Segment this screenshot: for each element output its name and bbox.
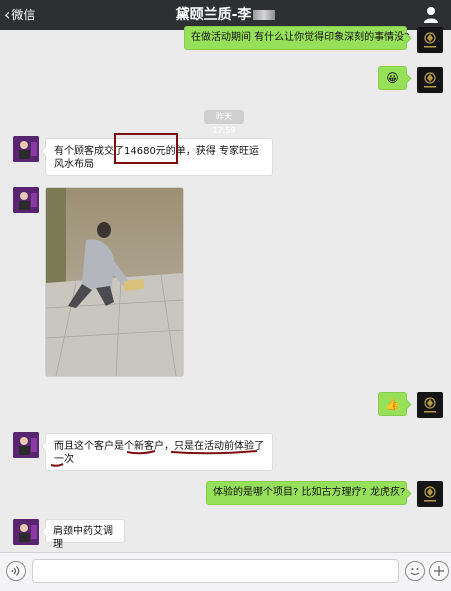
contact-avatar[interactable] — [13, 136, 39, 162]
person-icon — [424, 7, 438, 23]
my-avatar[interactable] — [417, 67, 443, 93]
brand-logo-icon — [424, 72, 436, 88]
contact-photo-icon — [13, 187, 39, 213]
my-avatar[interactable] — [417, 481, 443, 507]
photo-message[interactable] — [45, 187, 184, 377]
message-bubble-outgoing[interactable]: 体验的是哪个项目? 比如古方理疗? 龙虎疚? — [206, 481, 412, 505]
contact-photo-icon — [13, 136, 39, 162]
message-input[interactable] — [32, 559, 399, 583]
bubble-tail — [40, 146, 51, 157]
smiley-icon — [410, 568, 420, 576]
my-avatar[interactable] — [417, 392, 443, 418]
brand-logo-icon — [424, 32, 436, 48]
contact-avatar[interactable] — [13, 432, 39, 458]
redacted-name — [253, 10, 276, 20]
bubble-tail — [401, 73, 412, 84]
message-text: 在做活动期间 有什么让你觉得印象深刻的事情没? — [191, 32, 410, 43]
emoji-message[interactable]: 👍 — [378, 392, 412, 416]
voice-icon — [11, 566, 20, 576]
message-text: 体验的是哪个项目? 比如古方理疗? 龙虎疚? — [213, 487, 406, 498]
message-bubble-outgoing[interactable]: 在做活动期间 有什么让你觉得印象深刻的事情没? — [184, 26, 412, 50]
message-bubble-incoming[interactable]: 肩颈中药艾调理 — [40, 519, 125, 550]
emoji-button[interactable] — [405, 561, 425, 581]
timestamp: 昨天 17:59 — [204, 110, 244, 135]
bubble-tail — [40, 526, 51, 537]
photo-image — [46, 188, 183, 376]
voice-button[interactable] — [6, 561, 26, 581]
plus-icon — [434, 566, 444, 576]
my-avatar[interactable] — [417, 27, 443, 53]
more-button[interactable] — [429, 561, 449, 581]
contact-avatar[interactable] — [13, 519, 39, 545]
profile-button[interactable] — [423, 6, 439, 24]
contact-avatar[interactable] — [13, 187, 39, 213]
annotation-box — [114, 133, 178, 164]
message-list[interactable]: 在做活动期间 有什么让你觉得印象深刻的事情没? 😀 昨天 17:59 有个顾客成… — [0, 26, 451, 552]
bubble-tail — [401, 399, 412, 410]
chat-title-text: 黛颐兰质-李 — [175, 7, 252, 23]
brand-logo-icon — [424, 397, 436, 413]
grin-emoji-icon: 😀 — [386, 71, 399, 85]
contact-photo-icon — [13, 432, 39, 458]
contact-photo-icon — [13, 519, 39, 545]
input-bar — [0, 552, 451, 591]
emoji-message[interactable]: 😀 — [378, 66, 412, 90]
brand-logo-icon — [424, 486, 436, 502]
chat-title: 黛颐兰质-李 — [0, 6, 451, 24]
annotation-underlines — [50, 450, 258, 467]
message-text: 肩颈中药艾调理 — [53, 526, 113, 550]
thumbs-up-emoji-icon: 👍 — [385, 397, 400, 411]
